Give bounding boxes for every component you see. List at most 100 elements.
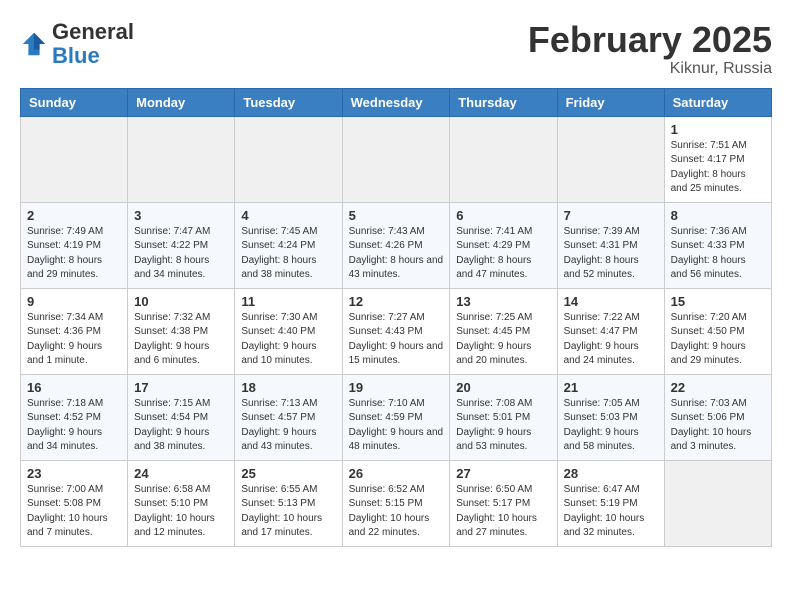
day-info: Sunrise: 7:34 AM Sunset: 4:36 PM Dayligh…: [27, 311, 121, 369]
calendar-cell: 21 Sunrise: 7:05 AM Sunset: 5:03 PM Dayli…: [557, 374, 664, 460]
day-number: 9: [27, 294, 121, 309]
calendar-cell: 3 Sunrise: 7:47 AM Sunset: 4:22 PM Daylig…: [128, 202, 235, 288]
day-number: 12: [349, 294, 444, 309]
day-number: 10: [134, 294, 228, 309]
day-info: Sunrise: 7:08 AM Sunset: 5:01 PM Dayligh…: [456, 397, 550, 455]
calendar-cell: 4 Sunrise: 7:45 AM Sunset: 4:24 PM Daylig…: [235, 202, 342, 288]
calendar-cell: 28 Sunrise: 6:47 AM Sunset: 5:19 PM Dayli…: [557, 460, 664, 546]
day-number: 8: [671, 208, 765, 223]
calendar-cell: 16Sunrise: 7:18 AM Sunset: 4:52 PM Dayli…: [21, 374, 128, 460]
day-info: Sunrise: 6:50 AM Sunset: 5:17 PM Dayligh…: [456, 483, 550, 541]
weekday-header: Thursday: [450, 88, 557, 116]
day-number: 18: [241, 380, 335, 395]
day-info: Sunrise: 7:45 AM Sunset: 4:24 PM Dayligh…: [241, 225, 335, 283]
day-number: 4: [241, 208, 335, 223]
calendar-cell: 27 Sunrise: 6:50 AM Sunset: 5:17 PM Dayli…: [450, 460, 557, 546]
day-number: 27: [456, 466, 550, 481]
day-number: 3: [134, 208, 228, 223]
calendar-cell: 7 Sunrise: 7:39 AM Sunset: 4:31 PM Daylig…: [557, 202, 664, 288]
weekday-header: Monday: [128, 88, 235, 116]
month-title: February 2025: [528, 20, 772, 60]
calendar-cell: 11 Sunrise: 7:30 AM Sunset: 4:40 PM Dayli…: [235, 288, 342, 374]
calendar-cell: 1 Sunrise: 7:51 AM Sunset: 4:17 PM Daylig…: [664, 116, 771, 202]
day-number: 13: [456, 294, 550, 309]
calendar-cell: 26Sunrise: 6:52 AM Sunset: 5:15 PM Dayli…: [342, 460, 450, 546]
day-number: 21: [564, 380, 658, 395]
day-number: 28: [564, 466, 658, 481]
day-info: Sunrise: 7:00 AM Sunset: 5:08 PM Dayligh…: [27, 483, 121, 541]
day-number: 14: [564, 294, 658, 309]
weekday-header: Tuesday: [235, 88, 342, 116]
day-info: Sunrise: 7:39 AM Sunset: 4:31 PM Dayligh…: [564, 225, 658, 283]
calendar-week-row: 23 Sunrise: 7:00 AM Sunset: 5:08 PM Dayli…: [21, 460, 772, 546]
weekday-header: Saturday: [664, 88, 771, 116]
calendar-week-row: 9 Sunrise: 7:34 AM Sunset: 4:36 PM Daylig…: [21, 288, 772, 374]
day-info: Sunrise: 7:13 AM Sunset: 4:57 PM Dayligh…: [241, 397, 335, 455]
weekday-header: Wednesday: [342, 88, 450, 116]
day-info: Sunrise: 7:36 AM Sunset: 4:33 PM Dayligh…: [671, 225, 765, 283]
calendar-cell: 19 Sunrise: 7:10 AM Sunset: 4:59 PM Dayli…: [342, 374, 450, 460]
day-info: Sunrise: 6:58 AM Sunset: 5:10 PM Dayligh…: [134, 483, 228, 541]
weekday-header-row: SundayMondayTuesdayWednesdayThursdayFrid…: [21, 88, 772, 116]
day-info: Sunrise: 7:27 AM Sunset: 4:43 PM Dayligh…: [349, 311, 444, 369]
day-info: Sunrise: 7:15 AM Sunset: 4:54 PM Dayligh…: [134, 397, 228, 455]
day-number: 25: [241, 466, 335, 481]
calendar-cell: 24 Sunrise: 6:58 AM Sunset: 5:10 PM Dayli…: [128, 460, 235, 546]
calendar-cell: [450, 116, 557, 202]
calendar-cell: 18 Sunrise: 7:13 AM Sunset: 4:57 PM Dayli…: [235, 374, 342, 460]
day-info: Sunrise: 7:25 AM Sunset: 4:45 PM Dayligh…: [456, 311, 550, 369]
calendar-cell: 20 Sunrise: 7:08 AM Sunset: 5:01 PM Dayli…: [450, 374, 557, 460]
day-number: 6: [456, 208, 550, 223]
day-info: Sunrise: 7:10 AM Sunset: 4:59 PM Dayligh…: [349, 397, 444, 455]
day-info: Sunrise: 6:55 AM Sunset: 5:13 PM Dayligh…: [241, 483, 335, 541]
day-number: 11: [241, 294, 335, 309]
page-header: General Blue February 2025 Kiknur, Russi…: [20, 20, 772, 78]
day-info: Sunrise: 7:20 AM Sunset: 4:50 PM Dayligh…: [671, 311, 765, 369]
calendar-week-row: 16Sunrise: 7:18 AM Sunset: 4:52 PM Dayli…: [21, 374, 772, 460]
day-number: 2: [27, 208, 121, 223]
title-section: February 2025 Kiknur, Russia: [528, 20, 772, 78]
logo: General Blue: [20, 20, 134, 68]
logo-blue-text: Blue: [52, 43, 100, 68]
calendar-cell: 2Sunrise: 7:49 AM Sunset: 4:19 PM Daylig…: [21, 202, 128, 288]
day-info: Sunrise: 6:47 AM Sunset: 5:19 PM Dayligh…: [564, 483, 658, 541]
logo-icon: [20, 30, 48, 58]
day-info: Sunrise: 7:18 AM Sunset: 4:52 PM Dayligh…: [27, 397, 121, 455]
calendar-cell: [664, 460, 771, 546]
day-number: 17: [134, 380, 228, 395]
day-number: 24: [134, 466, 228, 481]
calendar-cell: 15 Sunrise: 7:20 AM Sunset: 4:50 PM Dayli…: [664, 288, 771, 374]
day-info: Sunrise: 7:30 AM Sunset: 4:40 PM Dayligh…: [241, 311, 335, 369]
calendar-cell: 10Sunrise: 7:32 AM Sunset: 4:38 PM Dayli…: [128, 288, 235, 374]
day-info: Sunrise: 7:47 AM Sunset: 4:22 PM Dayligh…: [134, 225, 228, 283]
day-number: 22: [671, 380, 765, 395]
calendar-cell: [235, 116, 342, 202]
day-number: 20: [456, 380, 550, 395]
calendar-cell: 9 Sunrise: 7:34 AM Sunset: 4:36 PM Daylig…: [21, 288, 128, 374]
calendar: SundayMondayTuesdayWednesdayThursdayFrid…: [20, 88, 772, 547]
day-number: 5: [349, 208, 444, 223]
day-info: Sunrise: 7:03 AM Sunset: 5:06 PM Dayligh…: [671, 397, 765, 455]
calendar-cell: [342, 116, 450, 202]
day-number: 23: [27, 466, 121, 481]
calendar-cell: 22 Sunrise: 7:03 AM Sunset: 5:06 PM Dayli…: [664, 374, 771, 460]
logo-general-text: General: [52, 19, 134, 44]
calendar-cell: 14Sunrise: 7:22 AM Sunset: 4:47 PM Dayli…: [557, 288, 664, 374]
calendar-cell: [21, 116, 128, 202]
day-number: 7: [564, 208, 658, 223]
day-number: 15: [671, 294, 765, 309]
calendar-cell: 23 Sunrise: 7:00 AM Sunset: 5:08 PM Dayli…: [21, 460, 128, 546]
day-number: 19: [349, 380, 444, 395]
calendar-cell: 13 Sunrise: 7:25 AM Sunset: 4:45 PM Dayli…: [450, 288, 557, 374]
calendar-cell: 25 Sunrise: 6:55 AM Sunset: 5:13 PM Dayli…: [235, 460, 342, 546]
calendar-cell: [557, 116, 664, 202]
weekday-header: Sunday: [21, 88, 128, 116]
day-info: Sunrise: 7:05 AM Sunset: 5:03 PM Dayligh…: [564, 397, 658, 455]
day-number: 26: [349, 466, 444, 481]
location: Kiknur, Russia: [528, 60, 772, 78]
day-number: 1: [671, 122, 765, 137]
calendar-week-row: 2Sunrise: 7:49 AM Sunset: 4:19 PM Daylig…: [21, 202, 772, 288]
calendar-cell: 17 Sunrise: 7:15 AM Sunset: 4:54 PM Dayli…: [128, 374, 235, 460]
day-info: Sunrise: 7:43 AM Sunset: 4:26 PM Dayligh…: [349, 225, 444, 283]
day-info: Sunrise: 7:51 AM Sunset: 4:17 PM Dayligh…: [671, 139, 765, 197]
